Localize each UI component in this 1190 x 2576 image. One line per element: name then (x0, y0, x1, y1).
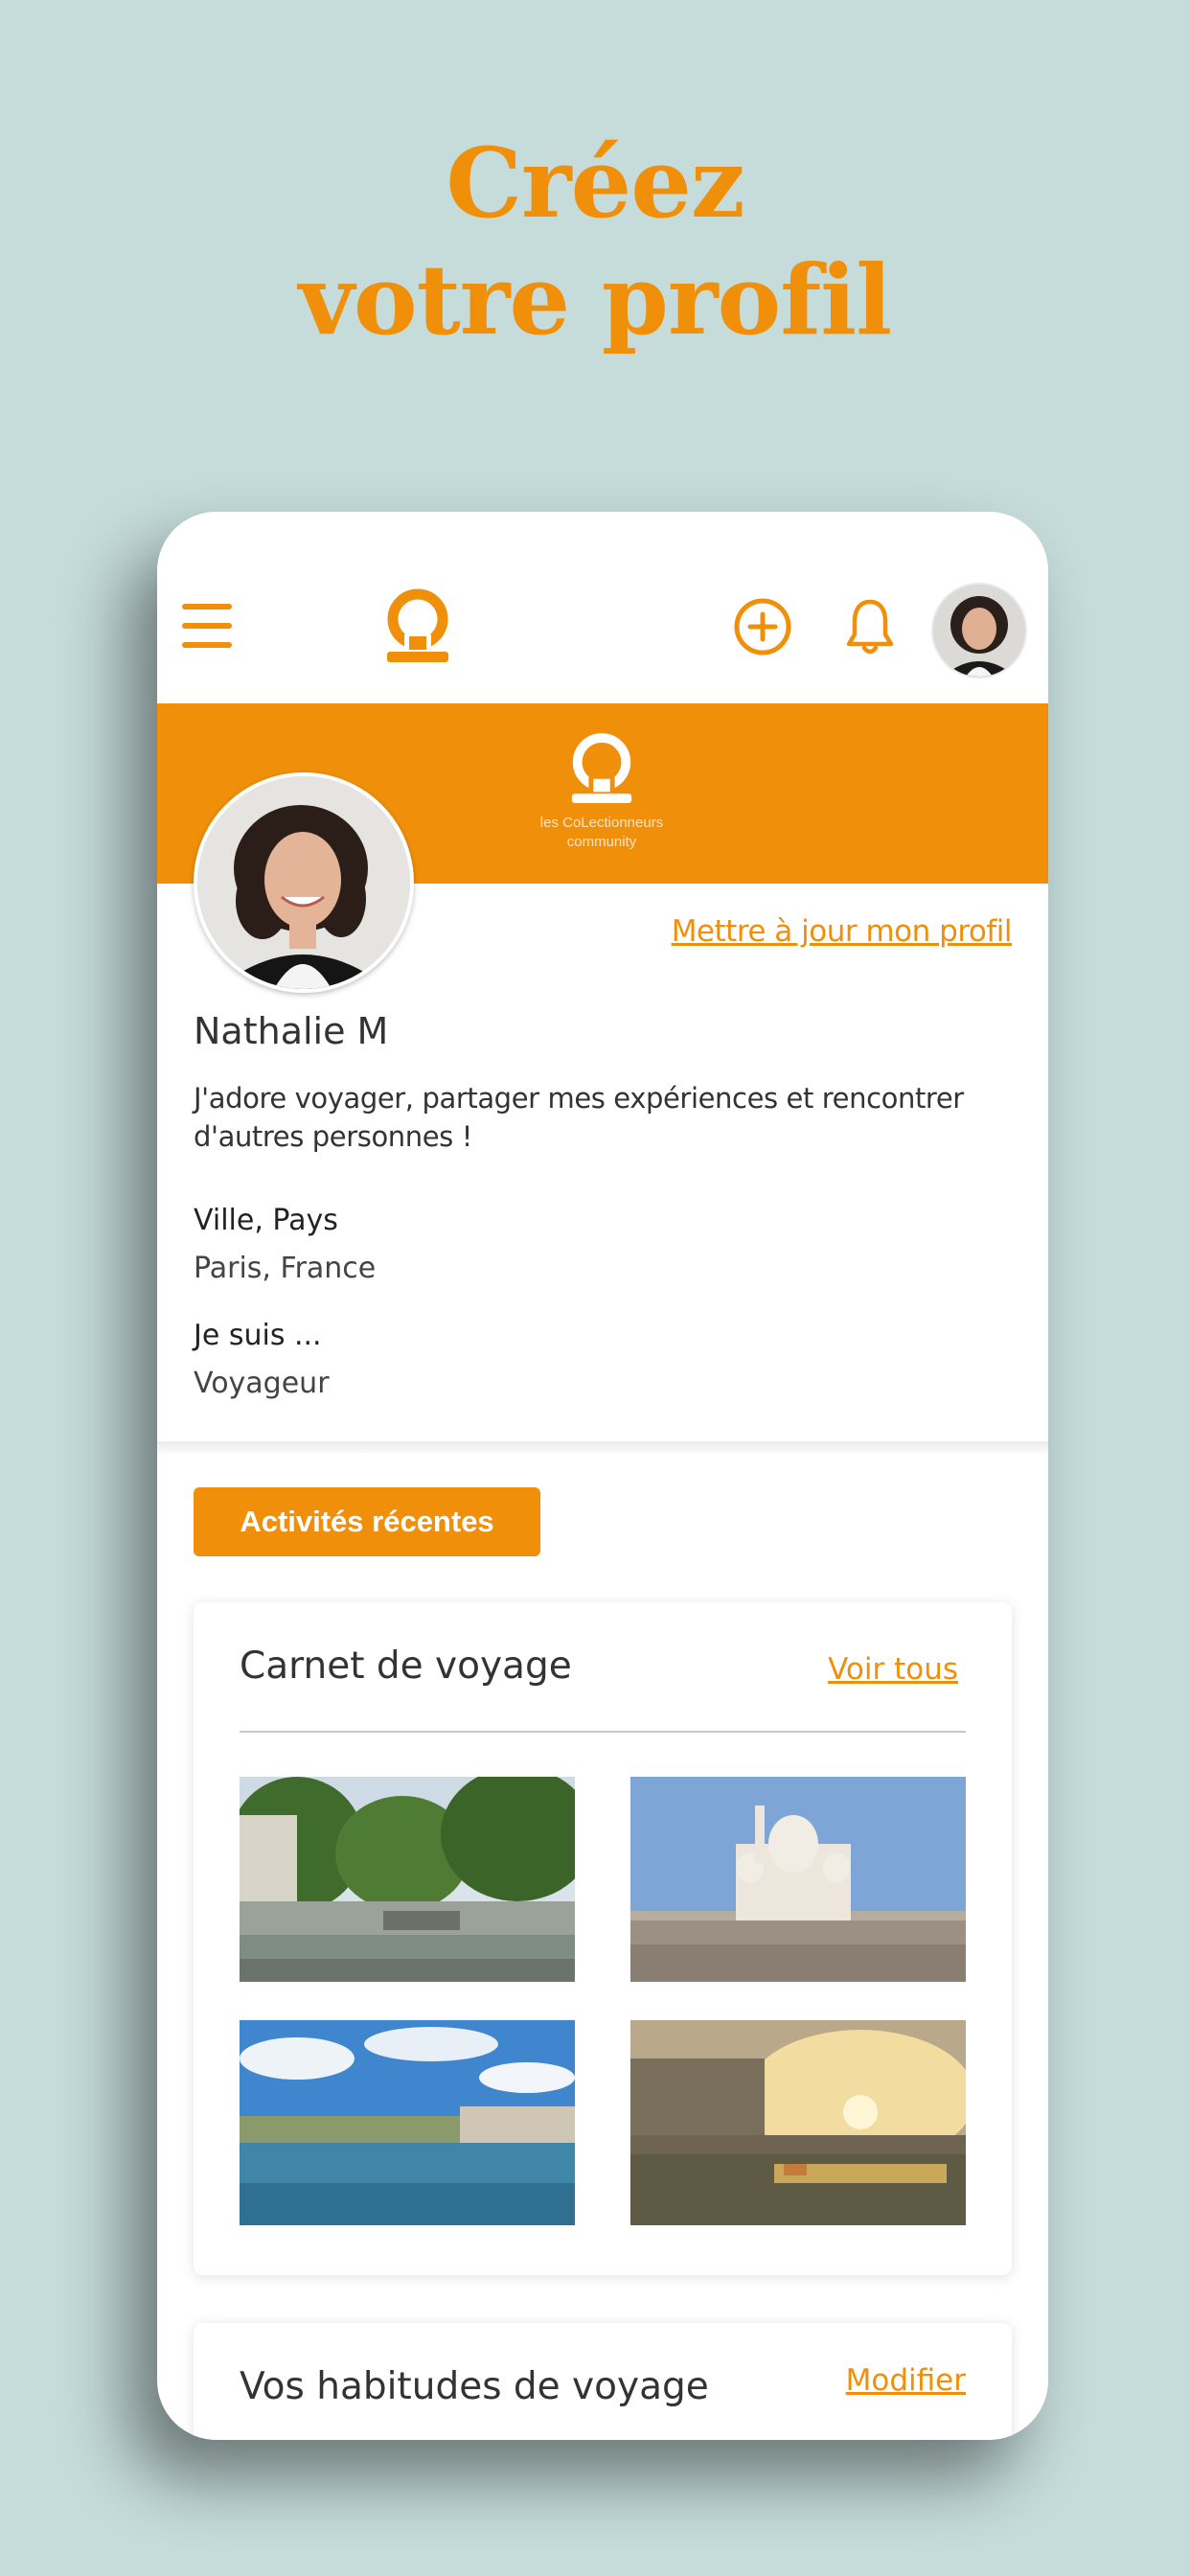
brand-name-line-1: les CoLectionneurs (539, 815, 664, 831)
headline-line-1: Créez (446, 126, 744, 240)
travel-habits-title: Vos habitudes de voyage (240, 2365, 709, 2408)
omega-logo-icon[interactable] (383, 588, 452, 667)
recent-activity-button[interactable]: Activités récentes (194, 1487, 540, 1556)
location-value: Paris, France (194, 1252, 377, 1285)
location-label: Ville, Pays (194, 1204, 338, 1237)
section-divider (157, 1441, 1048, 1453)
brand-name-line-2: community (566, 834, 637, 850)
seine-sunset-photo[interactable] (630, 2020, 966, 2225)
role-label: Je suis ... (194, 1319, 322, 1352)
profile-name: Nathalie M (194, 1010, 389, 1052)
brand-logo: les CoLectionneurs community (515, 732, 688, 852)
bell-icon[interactable] (843, 596, 897, 657)
hamburger-menu-icon[interactable] (182, 604, 232, 648)
omega-logo-icon (571, 733, 632, 804)
profile-bio: J'adore voyager, partager mes expérience… (194, 1082, 964, 1153)
headline: Créez votre profil (0, 125, 1190, 358)
plus-circle-icon[interactable] (732, 596, 793, 657)
headline-line-2: votre profil (298, 243, 892, 356)
travel-journal-card: Carnet de voyage Voir tous (194, 1602, 1012, 2275)
card-divider (240, 1731, 966, 1733)
role-value: Voyageur (194, 1367, 330, 1400)
travel-habits-card: Vos habitudes de voyage Modifier (194, 2323, 1012, 2440)
travel-journal-title: Carnet de voyage (240, 1644, 572, 1688)
update-profile-link[interactable]: Mettre à jour mon profil (672, 914, 1013, 949)
see-all-link[interactable]: Voir tous (828, 1652, 958, 1687)
sacre-coeur-photo[interactable] (630, 1777, 966, 1982)
user-avatar-small[interactable] (931, 583, 1027, 678)
canal-photo[interactable] (240, 1777, 575, 1982)
app-bar (157, 512, 1048, 703)
seine-day-photo[interactable] (240, 2020, 575, 2225)
profile-avatar[interactable] (194, 772, 414, 993)
phone-screen: les CoLectionneurs community Mettre à jo… (157, 512, 1048, 2440)
edit-habits-link[interactable]: Modifier (846, 2363, 966, 2398)
